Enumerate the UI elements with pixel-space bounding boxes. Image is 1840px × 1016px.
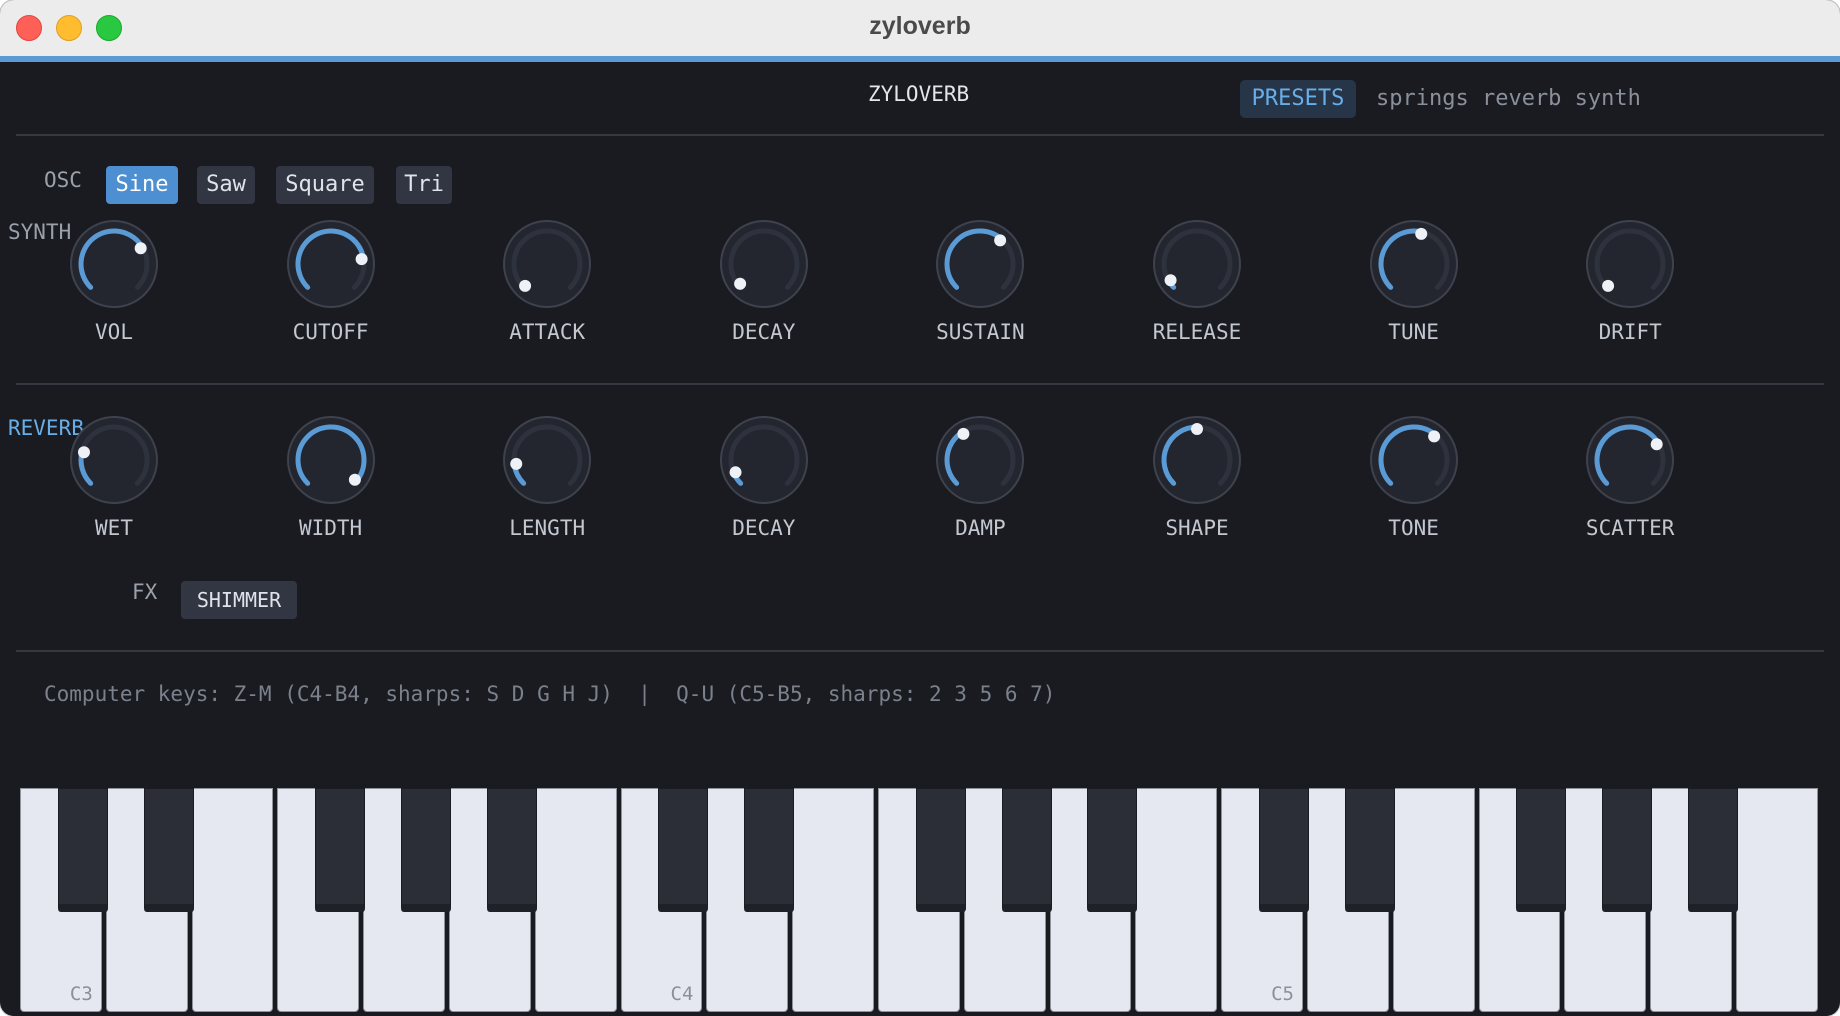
reverb-tone-label: TONE — [1388, 516, 1439, 540]
black-key-c#4[interactable] — [658, 788, 709, 912]
synth-decay-label: DECAY — [732, 320, 796, 344]
synth-drift-knob[interactable] — [1586, 220, 1675, 308]
reverb-damp-knob[interactable] — [936, 416, 1025, 504]
black-key-g#5[interactable] — [1602, 788, 1653, 912]
octave-label: C3 — [69, 983, 93, 1005]
osc-label: OSC — [44, 168, 82, 192]
divider — [16, 134, 1824, 136]
white-key-b5[interactable] — [1736, 788, 1818, 1012]
white-key-e5[interactable] — [1392, 788, 1475, 1012]
reverb-shape-knob[interactable] — [1153, 416, 1241, 504]
reverb-tone-knob[interactable] — [1369, 416, 1458, 504]
reverb-shape-label: SHAPE — [1165, 516, 1229, 540]
piano-keyboard: C3 C4 C5 — [20, 788, 1824, 1014]
window-title: zyloverb — [869, 12, 971, 40]
synth-cutoff-label: CUTOFF — [292, 320, 369, 344]
black-key-g#4[interactable] — [1001, 788, 1052, 912]
osc-saw-button[interactable]: Saw — [197, 166, 255, 204]
reverb-width-knob[interactable] — [286, 416, 375, 504]
reverb-length-knob[interactable] — [503, 416, 592, 504]
synth-sustain-knob[interactable] — [936, 220, 1025, 308]
divider — [16, 383, 1824, 385]
black-key-a#5[interactable] — [1688, 788, 1738, 912]
brand-title: ZYLOVERB — [868, 82, 970, 106]
black-key-g#3[interactable] — [401, 788, 451, 912]
black-key-a#4[interactable] — [1087, 788, 1138, 912]
synth-decay-knob[interactable] — [719, 220, 808, 308]
osc-tri-button[interactable]: Tri — [396, 166, 452, 204]
octave-label: C5 — [1271, 983, 1294, 1005]
divider — [16, 650, 1824, 652]
black-key-f#5[interactable] — [1516, 788, 1567, 912]
synth-attack-knob[interactable] — [503, 220, 592, 308]
shimmer-button[interactable]: SHIMMER — [181, 581, 297, 619]
white-key-e4[interactable] — [792, 788, 874, 1012]
reverb-wet-label: WET — [95, 516, 133, 540]
black-key-d#3[interactable] — [143, 788, 194, 912]
synth-release-knob[interactable] — [1153, 220, 1241, 308]
reverb-decay-knob[interactable] — [719, 416, 808, 504]
keyboard-hint: Computer keys: Z-M (C4-B4, sharps: S D G… — [44, 682, 1056, 706]
reverb-wet-knob[interactable] — [70, 416, 158, 504]
plugin-panel: ZYLOVERB PRESETS springs reverb synth SY… — [4, 62, 1836, 1016]
synth-section-label: SYNTH — [8, 220, 72, 244]
reverb-scatter-knob[interactable] — [1586, 416, 1675, 504]
reverb-decay-label: DECAY — [732, 516, 796, 540]
presets-button[interactable]: PRESETS — [1240, 80, 1356, 118]
synth-release-label: RELEASE — [1152, 320, 1242, 344]
synth-cutoff-knob[interactable] — [286, 220, 375, 308]
fx-label: FX — [132, 580, 158, 604]
synth-sustain-label: SUSTAIN — [936, 320, 1025, 344]
synth-tune-label: TUNE — [1388, 320, 1439, 344]
black-key-f#4[interactable] — [915, 788, 966, 912]
reverb-length-label: LENGTH — [509, 516, 586, 540]
title-bar: zyloverb — [0, 0, 1840, 57]
preset-name[interactable]: springs reverb synth — [1376, 86, 1641, 111]
synth-drift-label: DRIFT — [1598, 320, 1662, 344]
octave-label: C4 — [670, 983, 694, 1005]
synth-vol-label: VOL — [95, 320, 133, 344]
osc-square-button[interactable]: Square — [276, 166, 374, 204]
white-key-e3[interactable] — [191, 788, 274, 1012]
synth-vol-knob[interactable] — [70, 220, 158, 308]
black-key-c#5[interactable] — [1259, 788, 1309, 912]
osc-sine-button[interactable]: Sine — [106, 166, 178, 204]
black-key-d#4[interactable] — [744, 788, 795, 912]
black-key-c#3[interactable] — [57, 788, 108, 912]
app-window: zyloverb ZYLOVERB PRESETS springs reverb… — [0, 0, 1840, 1016]
white-key-b4[interactable] — [1135, 788, 1218, 1012]
reverb-width-label: WIDTH — [298, 516, 363, 540]
black-key-a#3[interactable] — [486, 788, 537, 912]
black-key-f#3[interactable] — [315, 788, 366, 912]
white-key-b3[interactable] — [534, 788, 617, 1012]
black-key-d#5[interactable] — [1344, 788, 1395, 912]
synth-tune-knob[interactable] — [1369, 220, 1458, 308]
reverb-scatter-label: SCATTER — [1585, 516, 1675, 540]
reverb-damp-label: DAMP — [955, 516, 1006, 540]
synth-attack-label: ATTACK — [509, 320, 586, 344]
